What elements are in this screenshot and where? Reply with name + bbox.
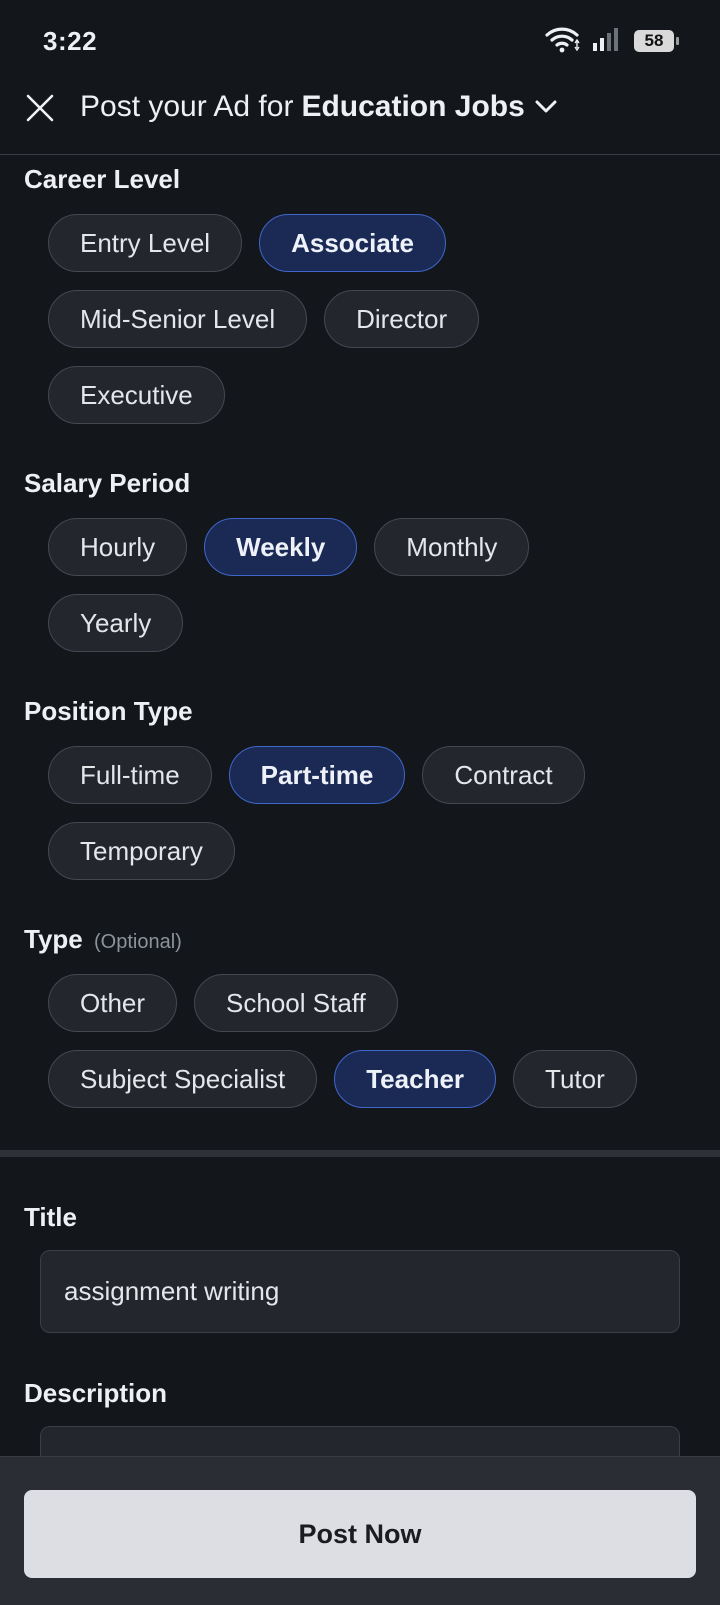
chip-teacher[interactable]: Teacher <box>334 1050 497 1108</box>
chip-contract[interactable]: Contract <box>422 746 585 804</box>
chip-executive[interactable]: Executive <box>48 366 225 424</box>
type-row-1: Other School Staff <box>48 974 398 1032</box>
career-level-row-3: Executive <box>48 366 225 424</box>
category-selector[interactable]: Post your Ad for Education Jobs <box>80 90 557 124</box>
chip-associate[interactable]: Associate <box>259 214 446 272</box>
category-name: Education Jobs <box>301 90 525 123</box>
salary-period-row-2: Yearly <box>48 594 184 652</box>
chip-subject-specialist[interactable]: Subject Specialist <box>48 1050 318 1108</box>
bottom-action-bar: Post Now <box>0 1456 720 1605</box>
salary-period-heading: Salary Period <box>24 468 191 498</box>
page-title-prefix: Post your Ad for <box>80 90 294 123</box>
salary-period-row-1: Hourly Weekly Monthly <box>48 518 530 576</box>
chip-weekly[interactable]: Weekly <box>204 518 358 576</box>
chip-full-time[interactable]: Full-time <box>48 746 212 804</box>
optional-label: (Optional) <box>94 931 182 953</box>
position-type-row-1: Full-time Part-time Contract <box>48 746 585 804</box>
status-bar: 3:22 58 <box>0 0 720 82</box>
type-heading: Type (Optional) <box>24 924 182 955</box>
career-level-row-2: Mid-Senior Level Director <box>48 290 480 348</box>
section-divider <box>0 1150 720 1157</box>
post-now-button[interactable]: Post Now <box>24 1490 696 1578</box>
type-row-2: Subject Specialist Teacher Tutor <box>48 1050 637 1108</box>
chip-temporary[interactable]: Temporary <box>48 822 235 880</box>
position-type-row-2: Temporary <box>48 822 235 880</box>
chip-part-time[interactable]: Part-time <box>228 746 406 804</box>
wifi-icon <box>544 25 580 58</box>
close-icon <box>25 93 55 128</box>
battery-icon: 58 <box>634 30 679 52</box>
system-icons: 58 <box>544 25 679 58</box>
position-type-heading: Position Type <box>24 696 193 726</box>
title-heading: Title <box>24 1202 77 1232</box>
career-level-heading: Career Level <box>24 164 181 194</box>
close-button[interactable] <box>22 92 58 128</box>
chip-hourly[interactable]: Hourly <box>48 518 188 576</box>
chip-school-staff[interactable]: School Staff <box>194 974 398 1032</box>
chip-entry-level[interactable]: Entry Level <box>48 214 243 272</box>
chip-yearly[interactable]: Yearly <box>48 594 184 652</box>
chip-director[interactable]: Director <box>324 290 480 348</box>
chip-other[interactable]: Other <box>48 974 178 1032</box>
chip-tutor[interactable]: Tutor <box>513 1050 637 1108</box>
type-label: Type <box>24 924 83 954</box>
app-bar: Post your Ad for Education Jobs <box>0 82 720 155</box>
chevron-down-icon <box>535 100 557 114</box>
chip-monthly[interactable]: Monthly <box>374 518 530 576</box>
status-time: 3:22 <box>43 26 98 56</box>
chip-mid-senior-level[interactable]: Mid-Senior Level <box>48 290 308 348</box>
title-input[interactable]: assignment writing <box>40 1250 680 1333</box>
career-level-row-1: Entry Level Associate <box>48 214 446 272</box>
description-heading: Description <box>24 1378 168 1408</box>
signal-icon <box>592 26 622 57</box>
